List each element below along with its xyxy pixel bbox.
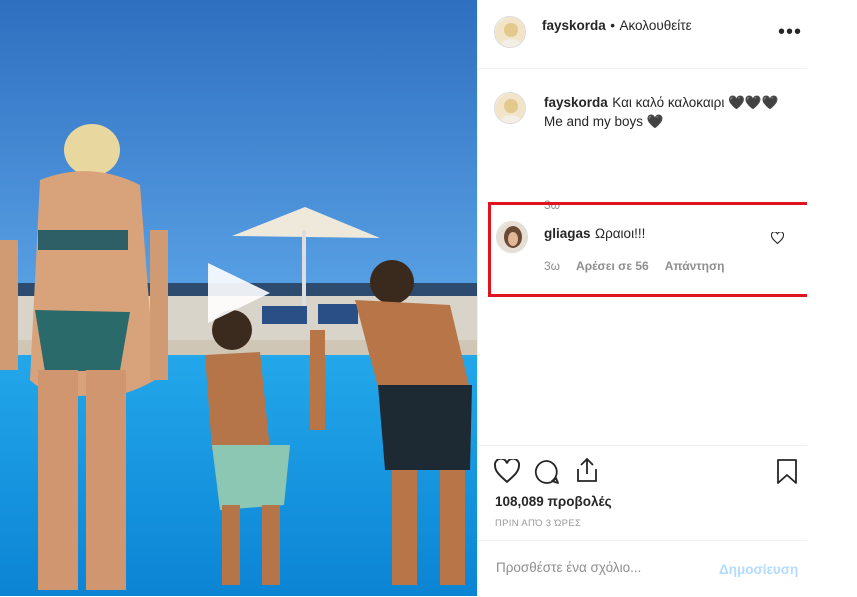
add-comment-bar: Δημοσίευση: [478, 540, 808, 597]
comment-like-icon[interactable]: [770, 231, 785, 249]
header-username[interactable]: fayskorda: [542, 18, 606, 33]
avatar[interactable]: [494, 16, 526, 48]
like-icon[interactable]: [493, 457, 521, 488]
comment-icon[interactable]: [534, 459, 560, 490]
caption-text-line1: Και καλό καλοκαιρι 🖤🖤🖤: [612, 95, 779, 110]
comment-username[interactable]: gliagas: [544, 226, 591, 241]
comment-likes[interactable]: Αρέσει σε 56: [576, 259, 649, 273]
caption-text-line2: Me and my boys 🖤: [544, 114, 664, 129]
comment-avatar[interactable]: [496, 221, 528, 253]
more-options-icon[interactable]: •••: [778, 21, 802, 44]
share-icon[interactable]: [574, 457, 600, 488]
caption-avatar[interactable]: [494, 92, 526, 124]
page-background: [807, 0, 857, 596]
comment-text: Ωραιοι!!!: [594, 226, 646, 241]
comment-input[interactable]: [494, 559, 698, 576]
post-video[interactable]: [0, 0, 477, 596]
highlighted-comment: gliagas Ωραιοι!!! 3ω Αρέσει σε 56 Απάντη…: [488, 202, 825, 297]
action-bar: [478, 445, 808, 446]
post-sidebar: fayskorda • Ακολουθείτε ••• fayskorda Κα…: [477, 0, 825, 597]
post-header: fayskorda • Ακολουθείτε •••: [478, 0, 808, 69]
post-comment-button[interactable]: Δημοσίευση: [719, 562, 798, 577]
comment-time: 3ω: [544, 259, 561, 273]
reply-button[interactable]: Απάντηση: [665, 259, 725, 273]
caption: fayskorda Και καλό καλοκαιρι 🖤🖤🖤 Me and …: [544, 93, 794, 131]
view-count[interactable]: 108,089 προβολές: [495, 494, 612, 509]
post-timestamp[interactable]: ΠΡΙΝ ΑΠΌ 3 ΏΡΕΣ: [495, 518, 581, 529]
save-bookmark-icon[interactable]: [776, 459, 798, 490]
follow-status[interactable]: Ακολουθείτε: [619, 18, 691, 33]
header-separator: •: [610, 18, 615, 33]
caption-username[interactable]: fayskorda: [544, 95, 608, 110]
video-frame: [0, 0, 477, 596]
